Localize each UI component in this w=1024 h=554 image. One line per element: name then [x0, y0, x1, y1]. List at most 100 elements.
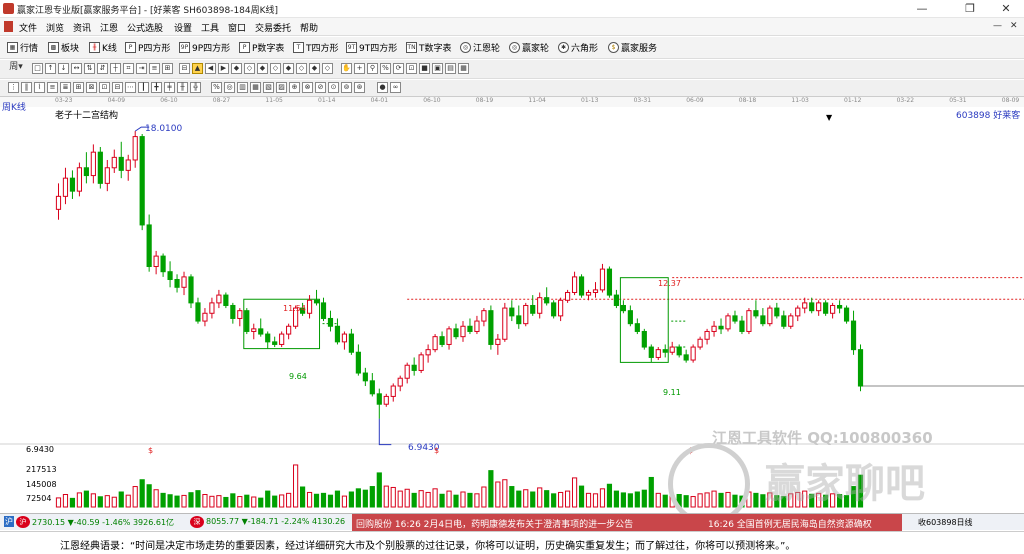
indicator-tool-button-0[interactable]: ⋮: [8, 82, 19, 93]
indicator-tool-button-17[interactable]: ▥: [237, 82, 248, 93]
sh-index-quote[interactable]: 2730.15 ▼-40.59 -1.46% 3926.61亿: [32, 517, 174, 528]
menu-file[interactable]: 文件: [19, 21, 37, 34]
indicator-tool-button-14[interactable]: ╬: [190, 82, 201, 93]
draw-tool-button-26[interactable]: %: [380, 63, 391, 74]
indicator-tool-button-1[interactable]: ‖: [21, 82, 32, 93]
indicator-tool-button-3[interactable]: ≡: [47, 82, 58, 93]
nav-winner-wheel-button[interactable]: ◎ 赢家轮: [509, 41, 549, 54]
menu-gann[interactable]: 江恩: [100, 21, 118, 34]
indicator-tool-button-24[interactable]: ⊙: [328, 82, 339, 93]
draw-tool-button-17[interactable]: ◆: [257, 63, 268, 74]
indicator-tool-button-16[interactable]: ◎: [224, 82, 235, 93]
indicator-tool-button-2[interactable]: ⌇: [34, 82, 45, 93]
child-close-button[interactable]: ✕: [1010, 21, 1018, 31]
indicator-tool-button-23[interactable]: ⊘: [315, 82, 326, 93]
nav-9p-square-button[interactable]: 9P 9P四方形: [179, 41, 230, 54]
draw-tool-button-12[interactable]: ▲: [192, 63, 203, 74]
menu-window[interactable]: 窗口: [228, 21, 246, 34]
indicator-tool-button-22[interactable]: ⊗: [302, 82, 313, 93]
sh-index-marker: 沪: [4, 516, 14, 527]
draw-tool-button-20[interactable]: ◇: [296, 63, 307, 74]
news-ticker[interactable]: 回购股份 16:26 2月4日电，药明康德发布关于澄清事项的进一步公告 16:2…: [352, 514, 902, 531]
draw-tool-button-3[interactable]: ↔: [71, 63, 82, 74]
draw-tool-button-2[interactable]: ↓: [58, 63, 69, 74]
indicator-tool-button-6[interactable]: ⊠: [86, 82, 97, 93]
period-selector[interactable]: 周▾: [6, 63, 26, 74]
sz-index-quote[interactable]: 8055.77 ▼-184.71 -2.24% 4130.26: [206, 517, 345, 526]
maximize-button[interactable]: ❐: [956, 1, 984, 16]
nav-p-square-button[interactable]: P P四方形: [125, 41, 170, 54]
draw-tool-button-21[interactable]: ◆: [309, 63, 320, 74]
indicator-tool-button-12[interactable]: ╪: [164, 82, 175, 93]
indicator-tool-button-21[interactable]: ⊕: [289, 82, 300, 93]
candle-body: [655, 349, 661, 358]
nav-t-square-button[interactable]: T T四方形: [293, 41, 339, 54]
indicator-tool-button-15[interactable]: %: [211, 82, 222, 93]
nav-t-table-button[interactable]: TN T数字表: [406, 41, 452, 54]
indicator-tool-button-25[interactable]: ⊚: [341, 82, 352, 93]
indicator-tool-button-9[interactable]: ⋯: [125, 82, 136, 93]
draw-tool-button-28[interactable]: ⊡: [406, 63, 417, 74]
nav-sector-button[interactable]: ▩ 板块: [48, 41, 79, 54]
child-minimize-button[interactable]: —: [993, 21, 1002, 31]
draw-tool-button-22[interactable]: ◇: [322, 63, 333, 74]
menu-help[interactable]: 帮助: [300, 21, 318, 34]
nav-service-button[interactable]: $ 赢家服务: [608, 41, 657, 54]
draw-tool-button-27[interactable]: ⟳: [393, 63, 404, 74]
indicator-tool-button-28[interactable]: ∞: [390, 82, 401, 93]
draw-tool-button-8[interactable]: ⇥: [136, 63, 147, 74]
draw-tool-button-6[interactable]: ┼: [110, 63, 121, 74]
draw-tool-button-10[interactable]: ⊞: [162, 63, 173, 74]
draw-tool-button-7[interactable]: ⌗: [123, 63, 134, 74]
draw-tool-button-23[interactable]: ✋: [341, 63, 352, 74]
indicator-tool-button-11[interactable]: ╋: [151, 82, 162, 93]
indicator-tool-button-4[interactable]: ≣: [60, 82, 71, 93]
draw-tool-button-0[interactable]: □: [32, 63, 43, 74]
indicator-tool-button-10[interactable]: ┃: [138, 82, 149, 93]
app-menu-icon[interactable]: [4, 21, 13, 32]
draw-tool-button-30[interactable]: ▣: [432, 63, 443, 74]
menu-trade[interactable]: 交易委托: [255, 21, 291, 34]
indicator-tool-button-20[interactable]: ▨: [276, 82, 287, 93]
draw-tool-button-25[interactable]: ⚲: [367, 63, 378, 74]
nav-kline-button[interactable]: ╫ K线: [89, 41, 117, 54]
close-button[interactable]: ✕: [992, 1, 1020, 16]
menu-info[interactable]: 资讯: [73, 21, 91, 34]
draw-tool-button-18[interactable]: ◇: [270, 63, 281, 74]
kline-chart[interactable]: 周K线 老子十二宫结构 ▼ 603898 好莱客 18.0100 11.54 9…: [0, 103, 1024, 525]
dropdown-arrow-icon[interactable]: ▼: [826, 113, 832, 122]
menu-settings[interactable]: 设置: [174, 21, 192, 34]
indicator-tool-button-27[interactable]: ●: [377, 82, 388, 93]
draw-tool-button-9[interactable]: ≡: [149, 63, 160, 74]
indicator-tool-button-13[interactable]: ╫: [177, 82, 188, 93]
draw-tool-button-11[interactable]: ⊟: [179, 63, 190, 74]
draw-tool-button-13[interactable]: ◀: [205, 63, 216, 74]
indicator-tool-button-26[interactable]: ⊛: [354, 82, 365, 93]
indicator-tool-button-18[interactable]: ▦: [250, 82, 261, 93]
nav-9t-square-button[interactable]: 9T 9T四方形: [346, 41, 397, 54]
menu-tools[interactable]: 工具: [201, 21, 219, 34]
indicator-tool-button-19[interactable]: ▧: [263, 82, 274, 93]
draw-tool-button-5[interactable]: ⇵: [97, 63, 108, 74]
nav-quotes-button[interactable]: ▦ 行情: [7, 41, 38, 54]
draw-tool-button-1[interactable]: ↑: [45, 63, 56, 74]
draw-tool-button-19[interactable]: ◆: [283, 63, 294, 74]
minimize-button[interactable]: —: [908, 1, 936, 16]
indicator-tool-button-5[interactable]: ⊞: [73, 82, 84, 93]
candle-body: [251, 328, 257, 332]
indicator-tool-button-8[interactable]: ⊟: [112, 82, 123, 93]
nav-gann-wheel-button[interactable]: ◎ 江恩轮: [460, 41, 500, 54]
draw-tool-button-31[interactable]: ▤: [445, 63, 456, 74]
draw-tool-button-4[interactable]: ⇅: [84, 63, 95, 74]
nav-p-table-button[interactable]: P P数字表: [239, 41, 284, 54]
draw-tool-button-16[interactable]: ◇: [244, 63, 255, 74]
menu-browse[interactable]: 浏览: [46, 21, 64, 34]
draw-tool-button-29[interactable]: ■: [419, 63, 430, 74]
draw-tool-button-24[interactable]: +: [354, 63, 365, 74]
indicator-tool-button-7[interactable]: ⊡: [99, 82, 110, 93]
draw-tool-button-14[interactable]: ▶: [218, 63, 229, 74]
draw-tool-button-32[interactable]: ▦: [458, 63, 469, 74]
nav-hexagon-button[interactable]: ✱ 六角形: [558, 41, 598, 54]
menu-formula[interactable]: 公式选股: [127, 21, 163, 34]
draw-tool-button-15[interactable]: ◆: [231, 63, 242, 74]
